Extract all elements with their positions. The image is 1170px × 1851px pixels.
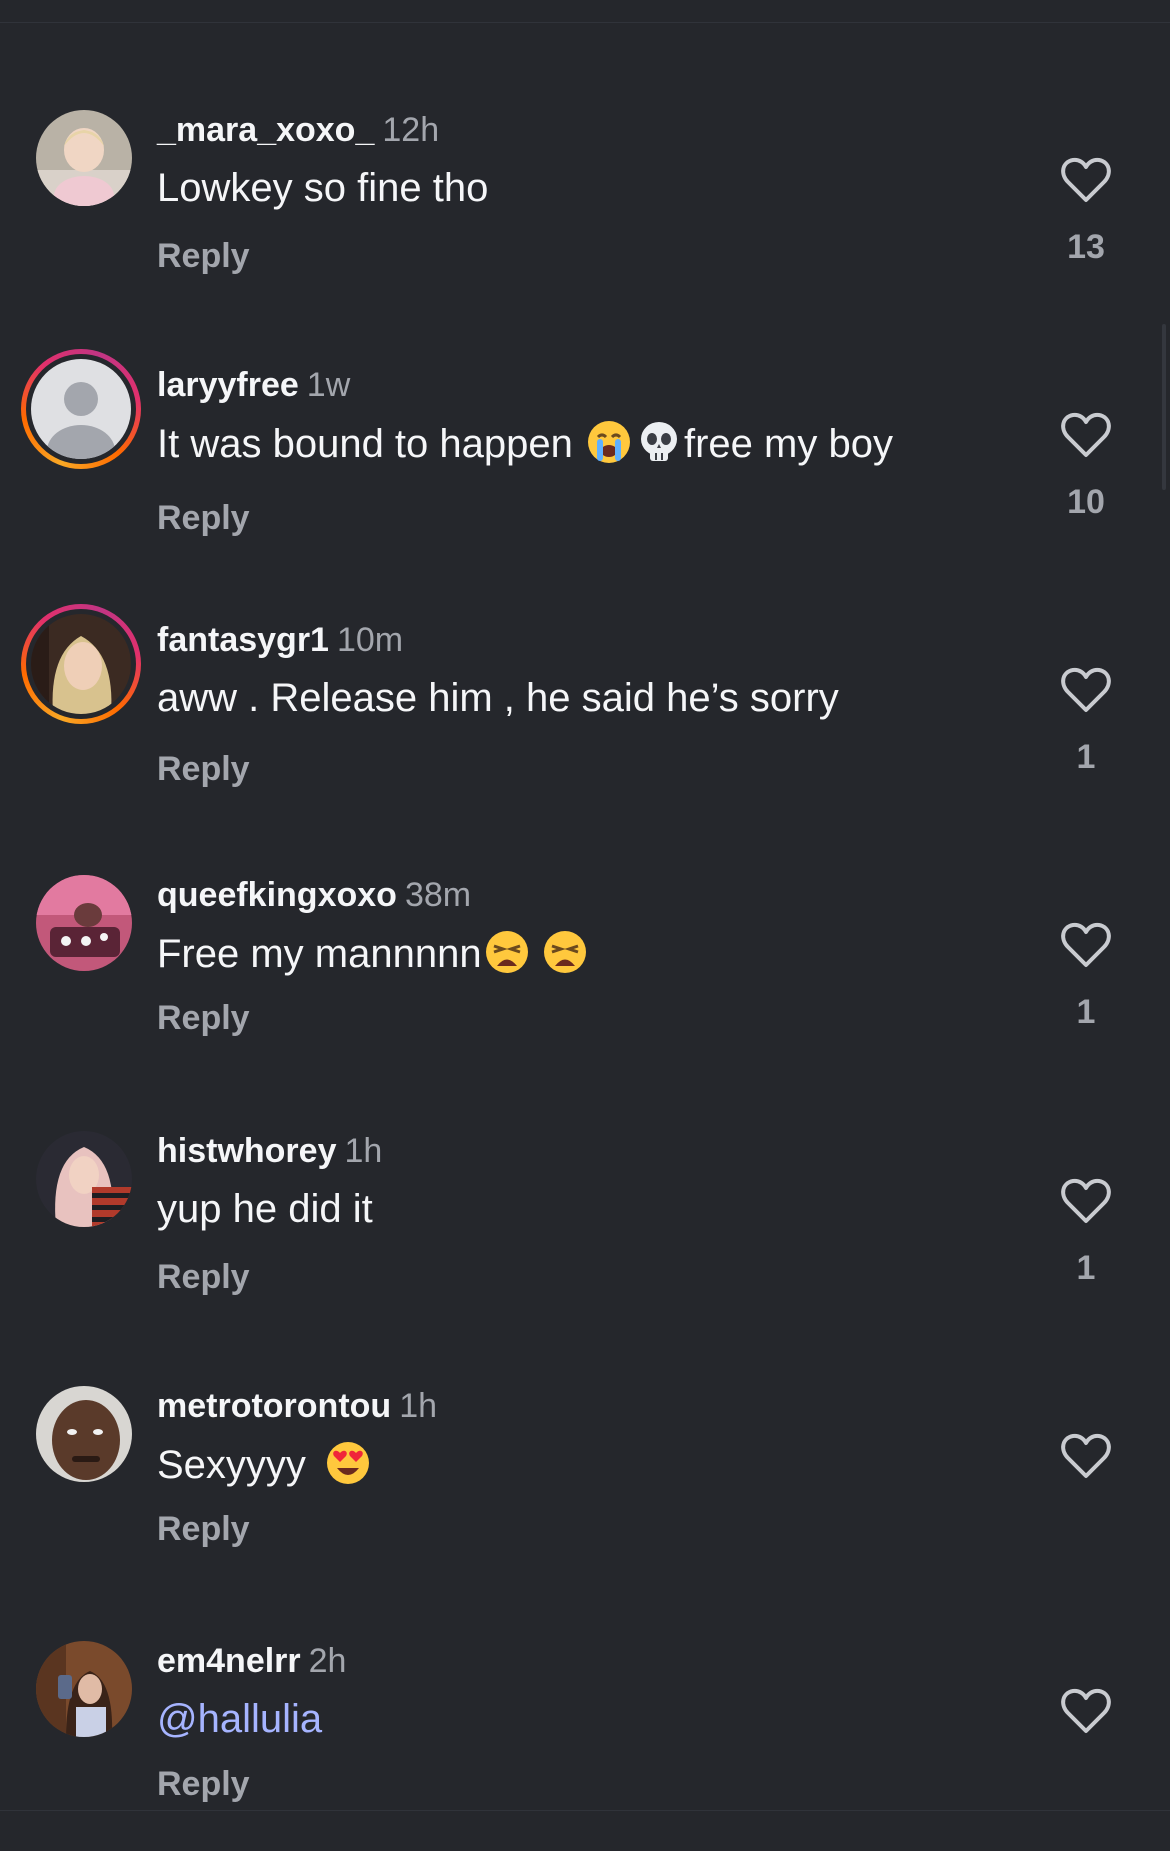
comment-text-part: It was bound to happen [157, 422, 584, 466]
comment-text: Lowkey so fine tho [157, 166, 489, 210]
comment-meta: queefkingxoxo 38m [157, 875, 471, 915]
weary-face-emoji-icon [485, 931, 528, 973]
comment-text: aww . Release him , he said he’s sorry [157, 676, 839, 720]
comment-item: metrotorontou 1h Sexyyyy Reply [0, 1386, 1170, 1586]
comment-text-part: Sexyyyy [157, 1443, 318, 1487]
heart-icon[interactable] [1060, 1177, 1112, 1225]
comment-item: histwhorey 1h yup he did it Reply 1 [0, 1131, 1170, 1331]
heart-icon[interactable] [1060, 411, 1112, 459]
heart-icon[interactable] [1060, 156, 1112, 204]
heart-icon[interactable] [1060, 666, 1112, 714]
comment-item: em4nelrr 2h @hallulia Reply [0, 1641, 1170, 1841]
avatar[interactable] [21, 349, 141, 469]
heart-eyes-emoji-icon [327, 1442, 370, 1484]
bottom-divider [0, 1810, 1170, 1811]
comment-text: Free my mannnnn [157, 929, 590, 978]
avatar[interactable] [21, 604, 141, 724]
username[interactable]: em4nelrr [157, 1642, 301, 1680]
mention-link[interactable]: @hallulia [157, 1695, 322, 1743]
timestamp: 1w [306, 366, 351, 404]
like-count: 10 [1067, 483, 1105, 521]
blonde-woman-image [31, 614, 131, 714]
avatar[interactable] [36, 1641, 132, 1737]
man-selfie-avatar-image [36, 1386, 132, 1482]
username[interactable]: laryyfree [157, 366, 299, 404]
reply-button[interactable]: Reply [157, 237, 250, 276]
heart-icon[interactable] [1060, 1432, 1112, 1480]
comment-item: queefkingxoxo 38m Free my mannnnn Reply 1 [0, 875, 1170, 1075]
comment-meta: laryyfree 1w [157, 365, 350, 405]
username[interactable]: fantasygr1 [157, 621, 329, 659]
comment-meta: _mara_xoxo_ 12h [157, 110, 439, 150]
reply-button[interactable]: Reply [157, 750, 250, 789]
username[interactable]: queefkingxoxo [157, 876, 397, 914]
top-divider [0, 22, 1170, 23]
comment-item: laryyfree 1w It was bound to happen free … [0, 349, 1170, 565]
comment-text: It was bound to happen free my boy [157, 419, 893, 468]
avatar[interactable] [36, 875, 132, 971]
timestamp: 1h [344, 1132, 383, 1170]
username[interactable]: _mara_xoxo_ [157, 111, 374, 149]
reply-button[interactable]: Reply [157, 1765, 250, 1804]
blonde-woman-avatar [31, 614, 131, 714]
comment-meta: metrotorontou 1h [157, 1386, 437, 1426]
default-user-icon [31, 359, 131, 459]
mirror-selfie-avatar-image [36, 1641, 132, 1737]
reply-button[interactable]: Reply [157, 1510, 250, 1549]
username[interactable]: histwhorey [157, 1132, 336, 1170]
like-count: 13 [1067, 228, 1105, 266]
comment-meta: em4nelrr 2h [157, 1641, 346, 1681]
comment-text: yup he did it [157, 1187, 373, 1231]
comment-item: _mara_xoxo_ 12h Lowkey so fine tho Reply … [0, 110, 1170, 310]
avatar[interactable] [36, 110, 132, 206]
heart-icon[interactable] [1060, 921, 1112, 969]
comment-item: fantasygr1 10m aww . Release him , he sai… [0, 604, 1170, 820]
like-count: 1 [1076, 1249, 1096, 1287]
timestamp: 1h [399, 1387, 438, 1425]
woman-striped-shirt-avatar-image [36, 1131, 132, 1227]
pink-room-avatar-image [36, 875, 132, 971]
like-count: 1 [1076, 993, 1096, 1031]
reply-button[interactable]: Reply [157, 499, 250, 538]
reply-button[interactable]: Reply [157, 999, 250, 1038]
username[interactable]: metrotorontou [157, 1387, 391, 1425]
weary-face-emoji-icon [543, 931, 586, 973]
timestamp: 10m [336, 621, 404, 659]
comment-text: Sexyyyy [157, 1440, 373, 1489]
default-avatar [31, 359, 131, 459]
timestamp: 38m [404, 876, 472, 914]
like-count: 1 [1076, 738, 1096, 776]
heart-icon[interactable] [1060, 1687, 1112, 1735]
avatar[interactable] [36, 1131, 132, 1227]
avatar[interactable] [36, 1386, 132, 1482]
reply-button[interactable]: Reply [157, 1258, 250, 1297]
timestamp: 2h [308, 1642, 347, 1680]
skull-emoji-icon [641, 422, 677, 461]
child-avatar-image [36, 110, 132, 206]
crying-face-emoji-icon [588, 421, 630, 463]
comment-text-part: Free my mannnnn [157, 932, 482, 976]
timestamp: 12h [382, 111, 440, 149]
comment-meta: fantasygr1 10m [157, 620, 403, 660]
comment-meta: histwhorey 1h [157, 1131, 382, 1171]
comment-text-part: free my boy [684, 422, 893, 466]
